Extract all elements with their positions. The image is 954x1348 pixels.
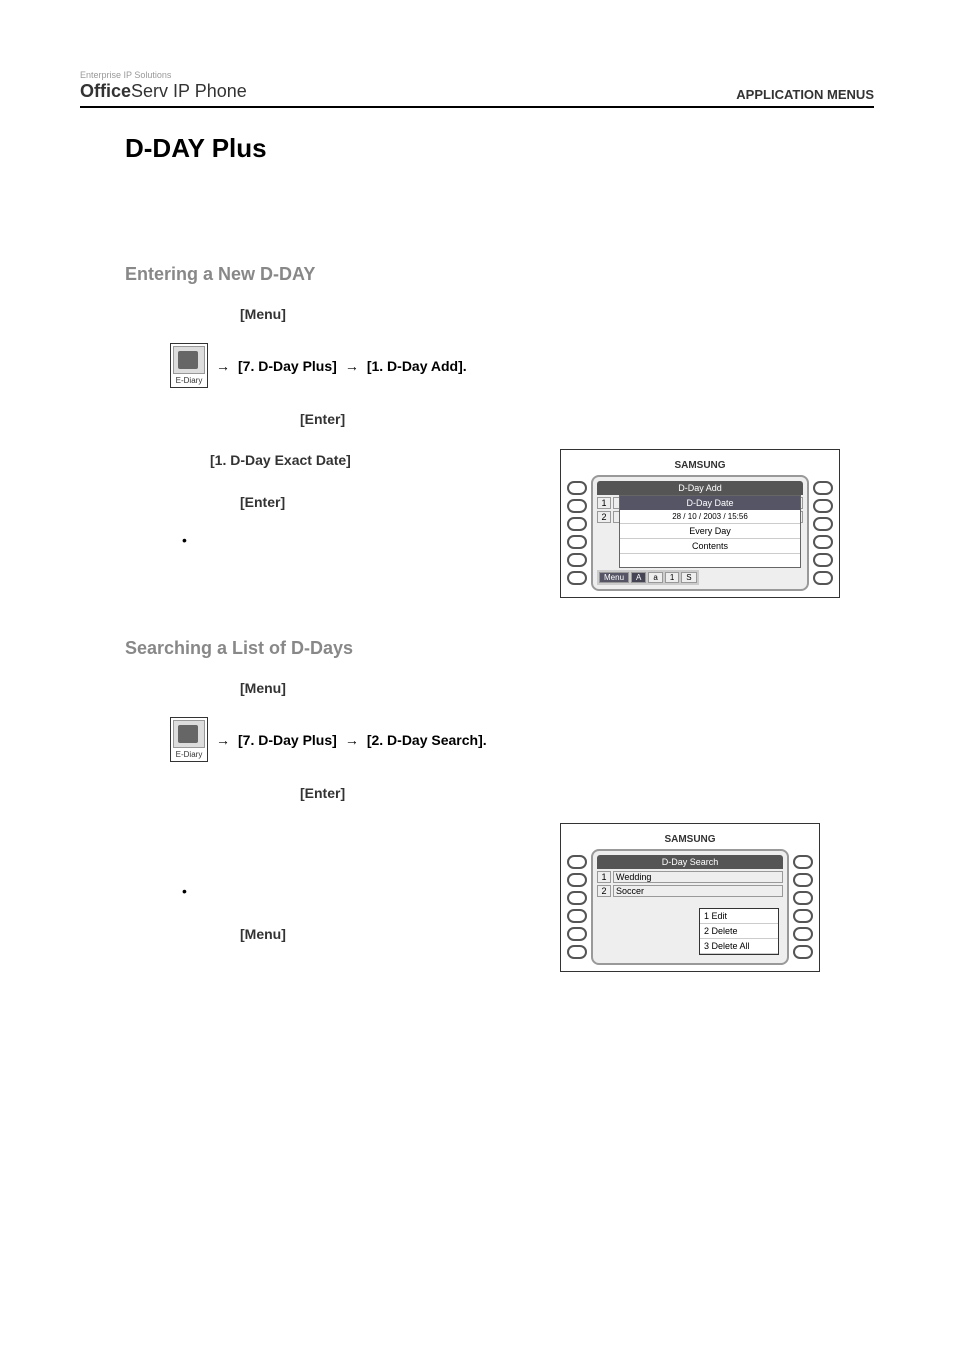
exact-date-label: [1. D-Day Exact Date] [210,449,520,471]
section-heading-new-dday: Entering a New D-DAY [125,264,874,285]
nav-step-1: [7. D-Day Plus] [238,358,337,374]
phone-brand: SAMSUNG [567,456,833,475]
ediary-icon-label: E-Diary [176,750,203,759]
every-day-label: Every Day [620,523,800,538]
phone-screenshot-search: SAMSUNG D-Day Search 1Wedding 2Soccer [560,823,820,972]
menu-item-delete: 2 Delete [700,924,778,939]
date-value: 28 / 10 / 2003 / 15:56 [620,510,800,523]
header-section-name: APPLICATION MENUS [736,87,874,102]
screen-title: D-Day Add [597,481,803,495]
ediary-icon: E-Diary [170,717,208,762]
ediary-icon-label: E-Diary [176,376,203,385]
page-title: D-DAY Plus [125,133,874,164]
ediary-icon: E-Diary [170,343,208,388]
enter-label: [Enter] [300,408,874,430]
context-menu: 1 Edit 2 Delete 3 Delete All [699,908,779,955]
menu-item-delete-all: 3 Delete All [700,939,778,954]
mode-s: S [681,572,696,583]
phone-right-buttons [793,849,813,965]
enter-label-2: [Enter] [240,491,520,513]
menu-item-edit: 1 Edit [700,909,778,924]
page-header: Enterprise IP Solutions OfficeServ IP Ph… [80,70,874,108]
mode-a: A [631,572,646,583]
menu-label: [Menu] [240,677,874,699]
phone-screenshot-add: SAMSUNG D-Day Add 1 2 [560,449,840,598]
logo-bold: Office [80,81,131,101]
logo-main: OfficeServ IP Phone [80,81,247,102]
arrow-icon: → [345,358,359,374]
phone-left-buttons [567,849,587,965]
section-heading-search: Searching a List of D-Days [125,638,874,659]
nav-step-1: [7. D-Day Plus] [238,732,337,748]
nav-step-2: [1. D-Day Add]. [367,358,467,374]
list-item: Wedding [613,871,783,883]
nav-step-2: [2. D-Day Search]. [367,732,487,748]
menu-softkey: Menu [599,572,629,583]
mode-1: 1 [665,572,679,583]
list-item: Soccer [613,885,783,897]
arrow-icon: → [216,732,230,748]
arrow-icon: → [345,732,359,748]
arrow-icon: → [216,358,230,374]
mode-a-lower: a [648,572,662,583]
enter-label: [Enter] [300,782,874,804]
phone-right-buttons [813,475,833,591]
nav-path-1: E-Diary → [7. D-Day Plus] → [1. D-Day Ad… [170,343,874,388]
phone-left-buttons [567,475,587,591]
nav-path-2: E-Diary → [7. D-Day Plus] → [2. D-Day Se… [170,717,874,762]
menu-label-bottom: [Menu] [240,923,520,945]
menu-label: [Menu] [240,303,874,325]
screen-title: D-Day Search [597,855,783,869]
contents-label: Contents [620,538,800,553]
dialog-title: D-Day Date [620,496,800,510]
section-content-search: [Menu] E-Diary → [7. D-Day Plus] → [2. D… [170,677,874,972]
logo-subtitle: Enterprise IP Solutions [80,70,247,80]
logo-rest: Serv IP Phone [131,81,247,101]
logo: Enterprise IP Solutions OfficeServ IP Ph… [80,70,247,102]
phone-screen: D-Day Search 1Wedding 2Soccer 1 Edit 2 D… [591,849,789,965]
phone-brand: SAMSUNG [567,830,813,849]
phone-screen: D-Day Add 1 2 D-Day Date 28 / 10 / 2003 … [591,475,809,591]
section-content-new-dday: [Menu] E-Diary → [7. D-Day Plus] → [1. D… [170,303,874,598]
